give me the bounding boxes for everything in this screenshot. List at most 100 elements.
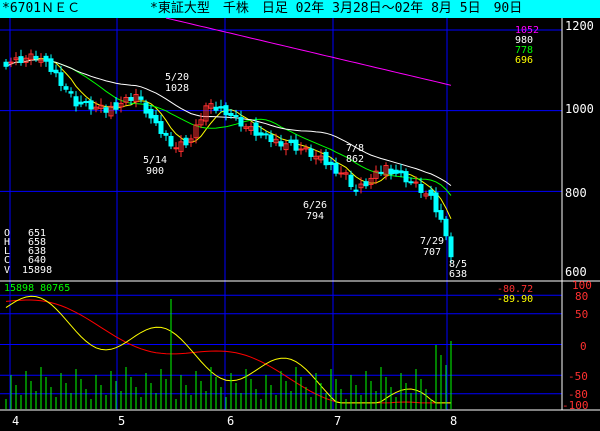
candle-body bbox=[103, 107, 109, 113]
price-tick-1000: 1000 bbox=[565, 102, 594, 116]
candle-body bbox=[228, 112, 234, 117]
candle-body bbox=[438, 210, 444, 220]
volume-bars bbox=[5, 299, 452, 409]
annotation-date-7-29: 7/29 bbox=[420, 236, 444, 247]
candle-body bbox=[113, 102, 119, 110]
candle-body bbox=[153, 115, 159, 124]
candle-body bbox=[33, 55, 39, 60]
ohlcv-readout: O 651 H 658 L 638 C 640 V 15898 bbox=[4, 228, 52, 276]
candle-body bbox=[83, 101, 89, 104]
price-tick-1200: 1200 bbox=[565, 19, 594, 33]
candle-body bbox=[238, 117, 244, 127]
price-annotations: 5/20 1028 5/14 900 7/8 862 6/26 794 7/29… bbox=[143, 72, 467, 280]
price-tick-800: 800 bbox=[565, 186, 587, 200]
candle-body bbox=[63, 86, 69, 90]
volume-readout: 15898 80765 bbox=[4, 283, 70, 294]
osc-tick-0: 0 bbox=[580, 340, 587, 353]
candle-body bbox=[53, 69, 59, 74]
annotation-value-862: 862 bbox=[346, 154, 364, 165]
candle-body bbox=[223, 105, 229, 116]
ma-readout: 1052 980 778 696 bbox=[515, 25, 539, 66]
stock-chart: 1200 1000 800 600 1052 980 778 696 O 651… bbox=[0, 17, 600, 428]
candle-body bbox=[148, 108, 154, 119]
volume-label: V bbox=[4, 265, 10, 276]
annotation-value-900: 900 bbox=[146, 166, 164, 177]
grid-lines bbox=[0, 18, 562, 410]
osc-tick-minus50: -50 bbox=[568, 370, 588, 383]
oscillator-axis: 100 80 50 0 -50 -80 -100 bbox=[562, 279, 592, 412]
month-label-8: 8 bbox=[450, 414, 457, 428]
ma-fast-line bbox=[15, 57, 452, 220]
annotation-date-5-14: 5/14 bbox=[143, 155, 167, 166]
candle-body bbox=[348, 174, 354, 187]
candle-body bbox=[338, 172, 344, 175]
candle-body bbox=[73, 96, 79, 107]
candle-body bbox=[378, 171, 384, 174]
osc-yellow-value: -89.90 bbox=[497, 294, 533, 305]
candle-body bbox=[278, 141, 284, 147]
candle-body bbox=[173, 147, 179, 150]
ma-long-line bbox=[165, 17, 452, 86]
annotation-value-638: 638 bbox=[449, 269, 467, 280]
candle-body bbox=[3, 61, 9, 67]
candle-body bbox=[268, 134, 274, 143]
candle-body bbox=[158, 121, 164, 134]
candle-body bbox=[258, 132, 264, 136]
candle-body bbox=[8, 61, 14, 64]
month-label-7: 7 bbox=[334, 414, 341, 428]
candle-body bbox=[398, 170, 404, 174]
candle-body bbox=[393, 169, 399, 174]
candle-body bbox=[298, 148, 304, 151]
annotation-date-7-8: 7/8 bbox=[346, 143, 364, 154]
candle-body bbox=[218, 106, 224, 109]
candle-body bbox=[408, 181, 414, 184]
oscillator-lines bbox=[5, 295, 451, 404]
annotation-value-794: 794 bbox=[306, 211, 324, 222]
candle-body bbox=[428, 189, 434, 196]
month-label-4: 4 bbox=[12, 414, 19, 428]
candle-body bbox=[128, 96, 134, 101]
candlesticks bbox=[3, 49, 454, 263]
candle-body bbox=[58, 72, 64, 86]
candle-body bbox=[363, 181, 369, 187]
month-label-5: 5 bbox=[118, 414, 125, 428]
annotation-value-707: 707 bbox=[423, 247, 441, 258]
candle-body bbox=[88, 100, 94, 110]
candle-body bbox=[263, 133, 269, 136]
candle-body bbox=[68, 91, 74, 94]
candle-body bbox=[18, 56, 24, 63]
candle-body bbox=[353, 189, 359, 192]
candle-body bbox=[163, 132, 169, 136]
candle-body bbox=[168, 135, 174, 147]
candle-body bbox=[388, 168, 394, 175]
osc-tick-minus100: -100 bbox=[562, 399, 589, 412]
moving-average-lines bbox=[5, 17, 452, 220]
candle-body bbox=[448, 236, 454, 258]
candle-body bbox=[293, 139, 299, 151]
oscillator-red-line bbox=[5, 299, 451, 404]
oscillator-yellow-line bbox=[5, 295, 451, 404]
osc-tick-80: 80 bbox=[575, 290, 588, 303]
annotation-date-6-26: 6/26 bbox=[303, 200, 327, 211]
candle-body bbox=[418, 183, 424, 193]
candle-body bbox=[138, 96, 144, 100]
month-axis: 4 5 6 7 8 bbox=[12, 414, 457, 428]
price-tick-600: 600 bbox=[565, 265, 587, 279]
candle-body bbox=[328, 161, 334, 166]
price-axis: 1200 1000 800 600 bbox=[565, 19, 594, 279]
candle-body bbox=[143, 102, 149, 114]
candle-body bbox=[213, 106, 219, 111]
panel-borders bbox=[0, 18, 600, 411]
candle-body bbox=[78, 101, 84, 105]
candle-body bbox=[333, 162, 339, 174]
candle-body bbox=[403, 171, 409, 183]
volume-value: 15898 bbox=[22, 265, 52, 276]
ma-fast-value: 696 bbox=[515, 55, 533, 66]
candle-body bbox=[48, 58, 54, 72]
candle-body bbox=[43, 55, 49, 62]
candle-body bbox=[183, 137, 189, 146]
candle-body bbox=[233, 115, 239, 118]
osc-tick-50: 50 bbox=[575, 308, 588, 321]
candle-body bbox=[433, 192, 439, 213]
annotation-date-5-20: 5/20 bbox=[165, 72, 189, 83]
